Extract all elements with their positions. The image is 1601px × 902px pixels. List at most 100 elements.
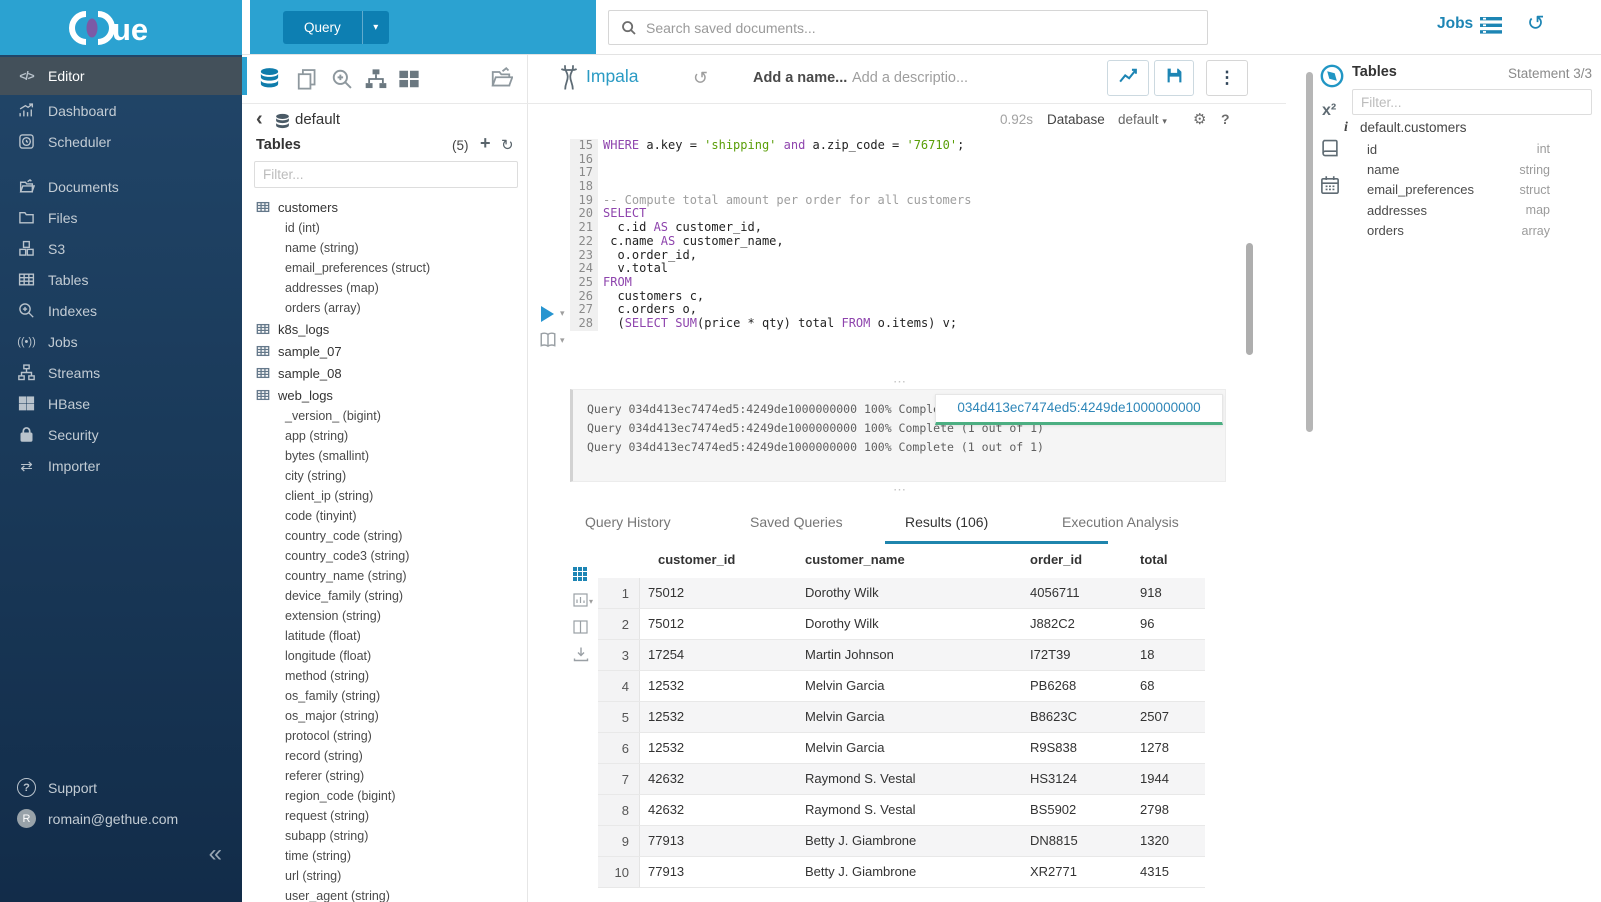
- back-chevron-icon[interactable]: ‹: [256, 108, 263, 131]
- execute-query-button[interactable]: [541, 306, 554, 322]
- settings-gear-icon[interactable]: ⚙: [1193, 110, 1206, 128]
- tables-filter-input[interactable]: [254, 161, 518, 188]
- sidebar-item-hbase[interactable]: HBase: [0, 388, 242, 419]
- download-results-icon[interactable]: [573, 646, 589, 667]
- main-scrollbar[interactable]: [1306, 72, 1313, 432]
- sidebar-item-support[interactable]: ? Support: [0, 772, 242, 803]
- tree-column[interactable]: protocol (string): [242, 726, 527, 746]
- tab-results-106-[interactable]: Results (106): [905, 507, 988, 537]
- log-resize-handle[interactable]: ⋯: [878, 374, 922, 390]
- assist-search-icon[interactable]: [331, 68, 353, 95]
- assist-column-id[interactable]: idint: [1352, 139, 1592, 159]
- tab-execution-analysis[interactable]: Execution Analysis: [1062, 507, 1179, 537]
- scheduler-calendar-icon[interactable]: [1320, 175, 1340, 200]
- tree-table-web_logs[interactable]: web_logs: [242, 384, 527, 406]
- result-col-header-0[interactable]: customer_id: [658, 549, 735, 571]
- add-table-icon[interactable]: +: [480, 133, 491, 154]
- tree-column[interactable]: code (tinyint): [242, 506, 527, 526]
- sidebar-item-editor[interactable]: </>Editor: [0, 57, 242, 95]
- result-columns-icon[interactable]: [573, 620, 589, 640]
- assist-projects-folder-icon[interactable]: [489, 66, 513, 95]
- assist-db-icon[interactable]: [258, 67, 281, 95]
- assist-sitemap-icon[interactable]: [365, 68, 387, 95]
- sidebar-item-jobs[interactable]: ((•))Jobs: [0, 326, 242, 357]
- tree-column[interactable]: extension (string): [242, 606, 527, 626]
- assist-column-email_preferences[interactable]: email_preferencesstruct: [1352, 180, 1592, 200]
- database-selector-value[interactable]: default ▾: [1118, 112, 1167, 127]
- tree-table-sample_08[interactable]: sample_08: [242, 362, 527, 384]
- tree-column[interactable]: country_code3 (string): [242, 546, 527, 566]
- assist-column-orders[interactable]: ordersarray: [1352, 221, 1592, 241]
- functions-icon[interactable]: x²: [1322, 102, 1336, 120]
- sidebar-item-security[interactable]: Security: [0, 419, 242, 450]
- tab-query-history[interactable]: Query History: [585, 507, 671, 537]
- tree-column[interactable]: device_family (string): [242, 586, 527, 606]
- assist-documents-icon[interactable]: [296, 68, 318, 95]
- tree-column[interactable]: app (string): [242, 426, 527, 446]
- jobs-list-icon[interactable]: [1480, 17, 1502, 39]
- tree-column[interactable]: addresses (map): [242, 278, 527, 298]
- jobs-link[interactable]: Jobs: [1437, 15, 1473, 33]
- hue-logo[interactable]: ue: [62, 10, 180, 51]
- tree-column[interactable]: longitude (float): [242, 646, 527, 666]
- tree-column[interactable]: os_family (string): [242, 686, 527, 706]
- tree-column[interactable]: request (string): [242, 806, 527, 826]
- tree-column[interactable]: referer (string): [242, 766, 527, 786]
- editor-scrollbar[interactable]: [1246, 243, 1253, 355]
- language-reference-book-icon[interactable]: [1320, 138, 1340, 163]
- tree-column[interactable]: method (string): [242, 666, 527, 686]
- tree-column[interactable]: country_name (string): [242, 566, 527, 586]
- result-col-header-3[interactable]: total: [1140, 549, 1167, 571]
- execute-options-caret-icon[interactable]: ▾: [560, 308, 565, 319]
- tree-column[interactable]: record (string): [242, 746, 527, 766]
- tree-table-k8s_logs[interactable]: k8s_logs: [242, 318, 527, 340]
- new-query-button[interactable]: Query ▾: [283, 11, 389, 44]
- query-button-label[interactable]: Query: [283, 11, 362, 44]
- search-input[interactable]: [637, 19, 1207, 37]
- chart-settings-button[interactable]: [1107, 60, 1149, 96]
- refresh-tables-icon[interactable]: ↻: [501, 136, 514, 154]
- sidebar-item-streams[interactable]: Streams: [0, 357, 242, 388]
- tab-saved-queries[interactable]: Saved Queries: [750, 507, 843, 537]
- save-query-button[interactable]: [1154, 60, 1194, 96]
- result-col-header-2[interactable]: order_id: [1030, 549, 1082, 571]
- explain-book-icon[interactable]: [539, 331, 557, 354]
- tree-column[interactable]: city (string): [242, 466, 527, 486]
- sidebar-collapse-button[interactable]: «: [209, 840, 222, 868]
- tree-column[interactable]: region_code (bigint): [242, 786, 527, 806]
- sidebar-item-files[interactable]: Files: [0, 202, 242, 233]
- assist-filter-input[interactable]: [1352, 89, 1592, 115]
- tree-column[interactable]: email_preferences (struct): [242, 258, 527, 278]
- table-info-icon[interactable]: i: [1344, 120, 1348, 136]
- assist-table-name[interactable]: default.customers: [1360, 120, 1467, 135]
- explain-options-caret-icon[interactable]: ▾: [560, 335, 565, 346]
- sidebar-item-s3[interactable]: S3: [0, 233, 242, 264]
- tree-column[interactable]: latitude (float): [242, 626, 527, 646]
- tree-column[interactable]: orders (array): [242, 298, 527, 318]
- tree-table-sample_07[interactable]: sample_07: [242, 340, 527, 362]
- sidebar-item-indexes[interactable]: Indexes: [0, 295, 242, 326]
- sidebar-item-importer[interactable]: ⇄Importer: [0, 450, 242, 481]
- tree-column[interactable]: _version_ (bigint): [242, 406, 527, 426]
- sidebar-item-scheduler[interactable]: Scheduler: [0, 126, 242, 157]
- query-history-icon[interactable]: ↺: [1527, 11, 1545, 36]
- assist-column-name[interactable]: namestring: [1352, 159, 1592, 179]
- tree-column[interactable]: country_code (string): [242, 526, 527, 546]
- tree-column[interactable]: id (int): [242, 218, 527, 238]
- result-col-header-1[interactable]: customer_name: [805, 549, 905, 571]
- snippet-history-icon[interactable]: ↺: [693, 68, 708, 89]
- sidebar-item-dashboard[interactable]: Dashboard: [0, 95, 242, 126]
- assist-column-addresses[interactable]: addressesmap: [1352, 200, 1592, 220]
- sidebar-user[interactable]: R romain@gethue.com: [0, 803, 242, 834]
- assist-hbase-icon[interactable]: [398, 68, 420, 95]
- tree-column[interactable]: client_ip (string): [242, 486, 527, 506]
- query-description-field[interactable]: Add a descriptio...: [852, 70, 968, 86]
- sql-code-editor[interactable]: 15WHERE a.key = 'shipping' and a.zip_cod…: [570, 139, 1230, 331]
- query-button-caret-icon[interactable]: ▾: [362, 11, 389, 44]
- result-chart-view-icon[interactable]: ▾: [573, 593, 593, 613]
- tree-column[interactable]: os_major (string): [242, 706, 527, 726]
- result-grid-view-icon[interactable]: [573, 567, 587, 581]
- breadcrumb-database[interactable]: default: [295, 111, 340, 128]
- tree-column[interactable]: subapp (string): [242, 826, 527, 846]
- results-resize-handle[interactable]: ⋯: [878, 482, 922, 498]
